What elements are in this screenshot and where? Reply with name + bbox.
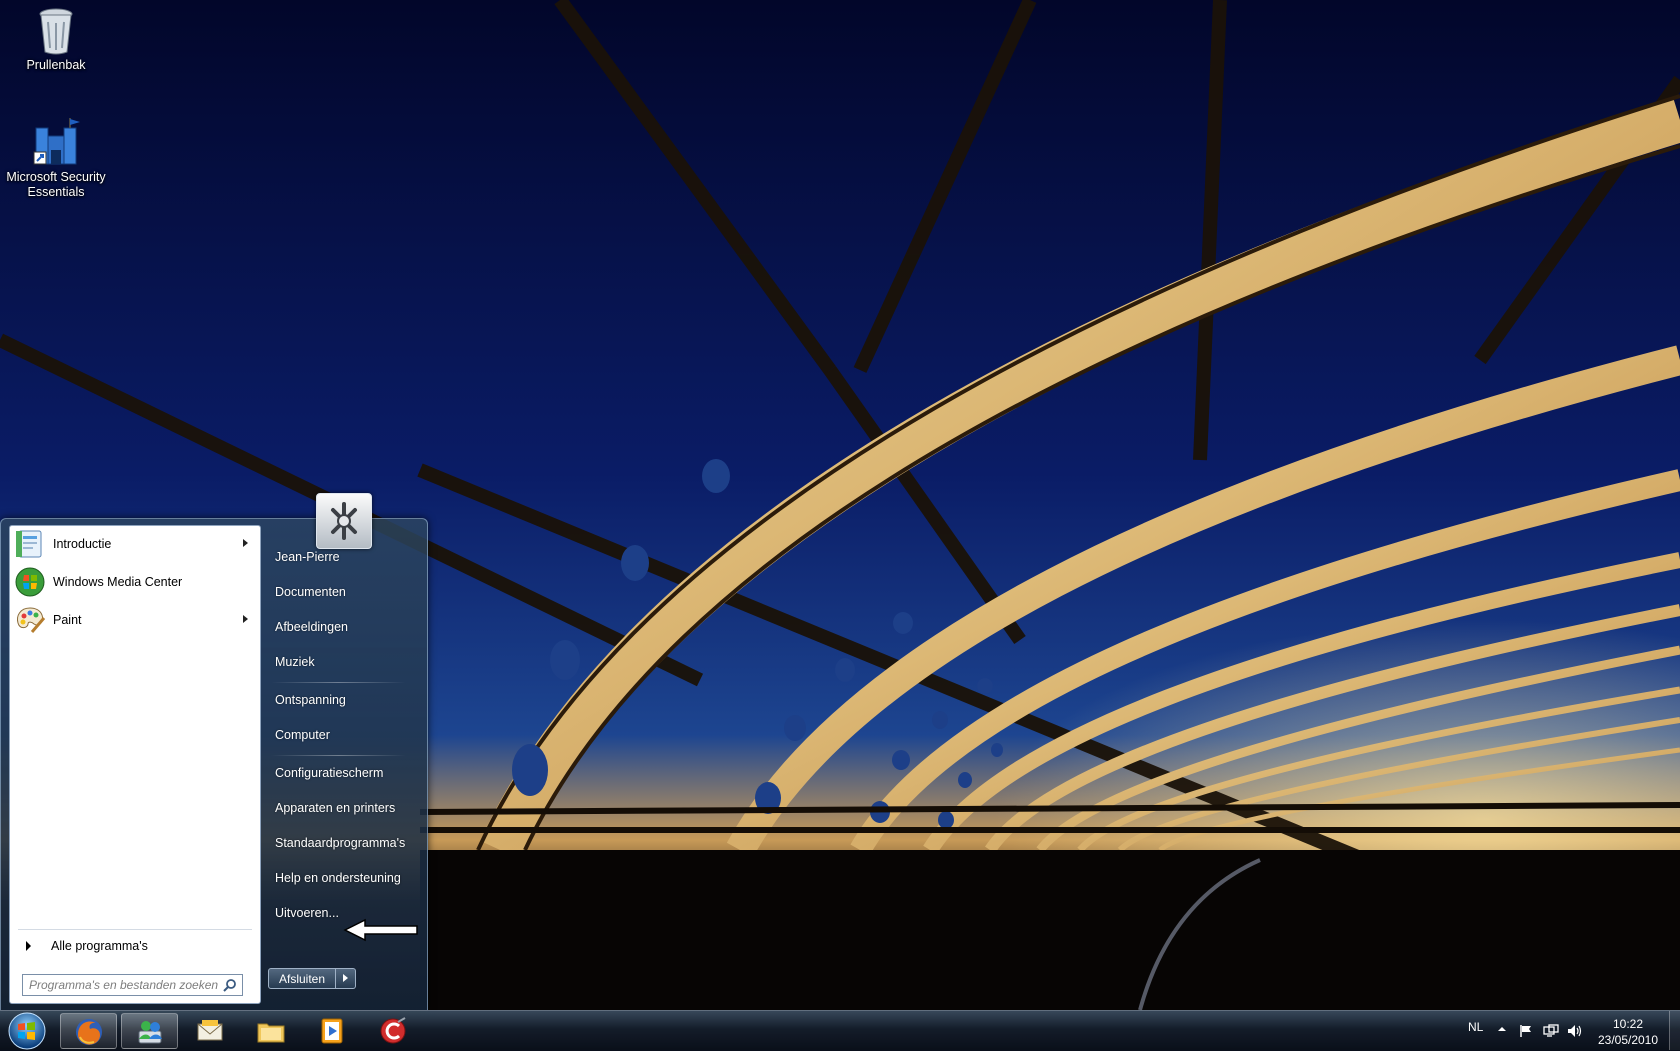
- paint-palette-icon: [17, 607, 46, 633]
- triangle-right-icon: [26, 941, 31, 951]
- annotation-arrow-icon: [343, 918, 418, 942]
- taskbar-button-media-player[interactable]: [304, 1013, 361, 1049]
- right-item-music[interactable]: Muziek: [267, 647, 423, 677]
- program-label: Windows Media Center: [53, 575, 183, 589]
- clock-date: 23/05/2010: [1597, 1033, 1659, 1047]
- taskbar-clock[interactable]: 10:22 23/05/2010: [1590, 1016, 1666, 1048]
- desktop-icon-security-essentials[interactable]: Microsoft Security Essentials: [1, 118, 111, 200]
- all-programs-button[interactable]: Alle programma's: [14, 935, 256, 957]
- all-programs-label: Alle programma's: [51, 939, 148, 953]
- right-item-devices-printers[interactable]: Apparaten en printers: [267, 793, 423, 823]
- divider: [271, 682, 406, 683]
- user-tools-icon: [331, 502, 357, 540]
- show-desktop-button[interactable]: [1669, 1011, 1680, 1050]
- right-item-default-programs[interactable]: Standaardprogramma's: [267, 828, 423, 858]
- right-item-pictures[interactable]: Afbeeldingen: [267, 612, 423, 642]
- chevron-right-icon: [343, 974, 349, 982]
- program-item-introductie[interactable]: Introductie: [12, 526, 258, 562]
- mail-icon: [197, 1020, 223, 1041]
- desktop-icon-recycle-bin[interactable]: Prullenbak: [1, 6, 111, 73]
- show-hidden-icons-icon[interactable]: [1497, 1024, 1507, 1034]
- submenu-arrow-icon[interactable]: [243, 539, 248, 547]
- right-item-control-panel[interactable]: Configuratiescherm: [267, 758, 423, 788]
- action-center-flag-icon[interactable]: [1519, 1024, 1533, 1038]
- security-castle-icon: [33, 118, 80, 165]
- recycle-bin-icon: [39, 8, 73, 55]
- taskbar-button-mail[interactable]: [182, 1013, 239, 1049]
- right-item-games[interactable]: Ontspanning: [267, 685, 423, 715]
- shutdown-control: Afsluiten: [268, 968, 357, 989]
- submenu-arrow-icon[interactable]: [243, 615, 248, 623]
- taskbar-button-explorer[interactable]: [243, 1013, 300, 1049]
- volume-icon[interactable]: [1567, 1024, 1583, 1038]
- program-label: Introductie: [53, 537, 112, 551]
- search-icon[interactable]: [223, 978, 237, 992]
- search-input[interactable]: [29, 976, 219, 994]
- language-indicator[interactable]: NL: [1468, 1020, 1483, 1034]
- network-icon[interactable]: [1543, 1024, 1559, 1038]
- program-item-media-center[interactable]: Windows Media Center: [12, 564, 258, 600]
- right-item-computer[interactable]: Computer: [267, 720, 423, 750]
- media-center-icon: [15, 567, 45, 597]
- programs-pane: Introductie Windows Media Center Paint A…: [9, 525, 261, 1004]
- taskbar-button-messenger[interactable]: [121, 1013, 178, 1049]
- program-item-paint[interactable]: Paint: [12, 602, 258, 638]
- getting-started-icon: [16, 530, 42, 558]
- shutdown-button[interactable]: Afsluiten: [268, 968, 337, 989]
- right-item-documents[interactable]: Documenten: [267, 577, 423, 607]
- clock-time: 10:22: [1612, 1017, 1644, 1031]
- divider: [271, 755, 406, 756]
- taskbar-button-ccleaner[interactable]: [365, 1013, 422, 1049]
- search-box[interactable]: [22, 974, 243, 996]
- firefox-icon: [76, 1019, 102, 1045]
- right-item-help-support[interactable]: Help en ondersteuning: [267, 863, 423, 893]
- shutdown-options-button[interactable]: [336, 968, 357, 989]
- program-label: Paint: [53, 613, 82, 627]
- messenger-icon: [138, 1021, 162, 1044]
- desktop-icon-label: Prullenbak: [26, 58, 86, 72]
- user-picture[interactable]: [316, 493, 372, 549]
- taskbar: [0, 1010, 1680, 1051]
- taskbar-button-firefox[interactable]: [60, 1013, 117, 1049]
- media-player-icon: [321, 1018, 343, 1044]
- ccleaner-icon: [380, 1017, 406, 1044]
- folder-icon: [257, 1023, 285, 1043]
- divider: [18, 929, 252, 930]
- desktop-icon-label: Microsoft Security Essentials: [6, 170, 106, 199]
- start-orb-icon[interactable]: [2, 1011, 52, 1051]
